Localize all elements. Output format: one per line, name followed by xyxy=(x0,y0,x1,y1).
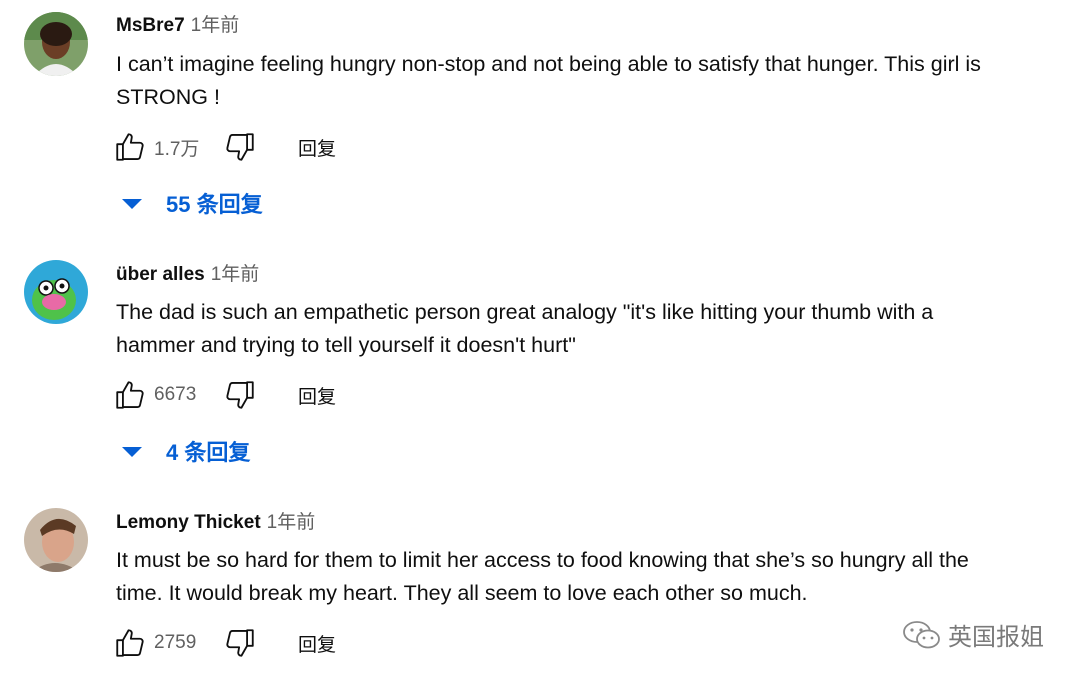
like-count: 2759 xyxy=(154,632,197,653)
timestamp[interactable]: 1年前 xyxy=(267,512,316,533)
dislike-button[interactable] xyxy=(222,625,258,661)
comment-actions: 2759 回复 xyxy=(112,623,336,663)
comment-text: The dad is such an empathetic person gre… xyxy=(116,300,934,357)
comment-actions: 1.7万 回复 xyxy=(112,127,336,167)
wechat-icon xyxy=(903,620,940,648)
avatar[interactable] xyxy=(24,508,88,572)
comment-actions: 6673 回复 xyxy=(112,375,336,415)
view-replies-button[interactable]: 4 条回复 xyxy=(122,434,250,468)
reply-button[interactable]: 回复 xyxy=(298,630,336,657)
author-line: MsBre7 1年前 xyxy=(116,13,239,39)
author-name[interactable]: Lemony Thicket xyxy=(116,512,261,533)
avatar[interactable] xyxy=(24,260,88,324)
like-count: 6673 xyxy=(154,384,197,405)
author-name[interactable]: über alles xyxy=(116,264,205,285)
caret-down-icon xyxy=(122,199,142,209)
reply-button[interactable]: 回复 xyxy=(298,134,336,161)
like-button[interactable] xyxy=(112,129,148,165)
timestamp[interactable]: 1年前 xyxy=(211,264,260,285)
thumbs-up-icon xyxy=(116,629,144,657)
avatar[interactable] xyxy=(24,12,88,76)
author-name[interactable]: MsBre7 xyxy=(116,15,185,36)
dislike-button[interactable] xyxy=(222,129,258,165)
like-button[interactable] xyxy=(112,377,148,413)
reply-button[interactable]: 回复 xyxy=(298,382,336,409)
watermark-text: 英国报姐 xyxy=(948,624,1044,651)
comment-text: It must be so hard for them to limit her… xyxy=(116,548,969,605)
replies-count-label: 4 条回复 xyxy=(166,440,251,465)
thumbs-down-icon xyxy=(226,381,254,409)
watermark: 英国报姐 xyxy=(902,617,1044,652)
thumbs-up-icon xyxy=(116,381,144,409)
like-count: 1.7万 xyxy=(154,138,200,160)
thumbs-down-icon xyxy=(226,133,254,161)
author-line: Lemony Thicket 1年前 xyxy=(116,510,315,536)
like-button[interactable] xyxy=(112,625,148,661)
timestamp[interactable]: 1年前 xyxy=(191,15,240,36)
comment-text: I can’t imagine feeling hungry non-stop … xyxy=(116,52,981,109)
replies-count-label: 55 条回复 xyxy=(166,192,263,217)
view-replies-button[interactable]: 55 条回复 xyxy=(122,186,263,220)
author-line: über alles 1年前 xyxy=(116,262,259,288)
caret-down-icon xyxy=(122,447,142,457)
thumbs-up-icon xyxy=(116,133,144,161)
thumbs-down-icon xyxy=(226,629,254,657)
dislike-button[interactable] xyxy=(222,377,258,413)
